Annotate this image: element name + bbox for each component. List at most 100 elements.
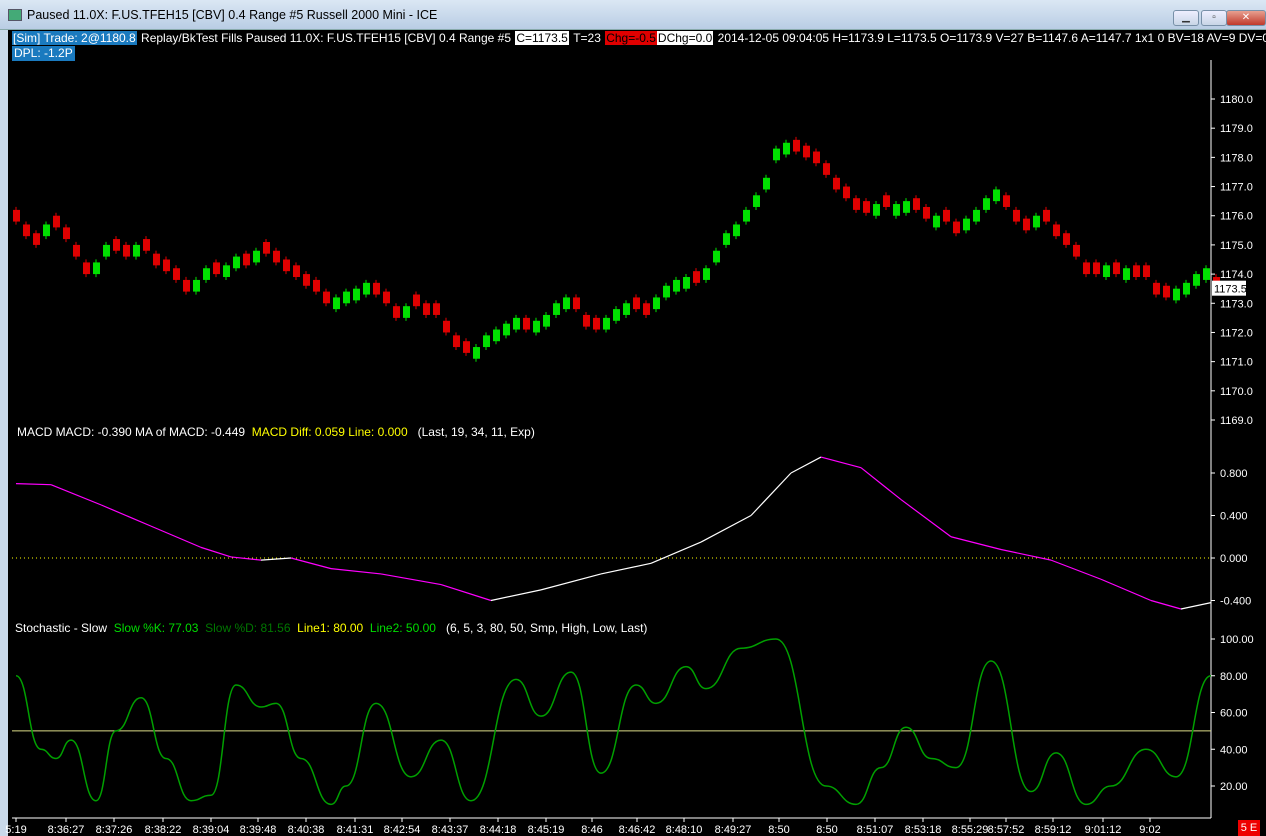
candle-up — [1193, 274, 1200, 286]
macd-line-segment — [290, 557, 332, 570]
candle-down — [1003, 195, 1010, 207]
candle-down — [163, 259, 170, 272]
candle-down — [793, 139, 800, 152]
candle-up — [683, 277, 690, 289]
macd-line-segment — [700, 514, 752, 543]
candle-down — [833, 177, 840, 190]
candle-up — [753, 195, 760, 207]
candle-down — [373, 282, 380, 295]
candle-up — [723, 233, 730, 245]
candle-down — [1113, 262, 1120, 275]
candle-up — [503, 323, 510, 336]
candle-up — [333, 297, 340, 310]
candle-down — [33, 233, 40, 245]
macd-line-segment — [600, 562, 652, 575]
candle-up — [473, 347, 480, 359]
change-value: Chg=-0.5 — [605, 31, 657, 45]
price-tick-label: 1175.0 — [1220, 240, 1253, 252]
dpl-label: DPL: -1.2P — [12, 46, 75, 61]
candle-up — [1183, 282, 1190, 295]
candle-down — [273, 250, 280, 263]
candle-up — [103, 244, 110, 257]
candle-up — [963, 218, 970, 231]
candle-down — [323, 291, 330, 304]
candle-down — [1163, 285, 1170, 298]
candle-down — [23, 224, 30, 237]
candle-up — [893, 204, 900, 216]
macd-values: MACD MACD: -0.390 MA of MACD: -0.449 — [17, 425, 246, 439]
stoch-line2: Line2: 50.00 — [369, 621, 436, 635]
candle-up — [873, 204, 880, 216]
candle-up — [43, 224, 50, 237]
macd-line-segment — [1150, 599, 1182, 610]
candle-up — [203, 268, 210, 280]
candle-down — [1143, 265, 1150, 278]
macd-line-segment — [950, 536, 1002, 551]
macd-line-segment — [330, 568, 382, 575]
candle-down — [583, 314, 590, 327]
price-tick-label: 1179.0 — [1220, 123, 1253, 135]
candle-down — [143, 239, 150, 251]
candle-up — [743, 209, 750, 222]
stoch-params: (6, 5, 3, 80, 50, Smp, High, Low, Last) — [445, 621, 648, 635]
candle-down — [633, 297, 640, 310]
chart-canvas[interactable]: 1180.0 1179.0 1178.0 1177.0 1176.0 1175.0 1174… — [0, 0, 1266, 836]
macd-line-segment — [820, 456, 862, 469]
macd-line-segment — [860, 467, 902, 501]
close-value: C=1173.5 — [515, 31, 569, 45]
candle-down — [13, 209, 20, 222]
time-tick-label: 8:49:27 — [715, 824, 752, 836]
candle-down — [953, 221, 960, 234]
candle-up — [353, 288, 360, 301]
candle-down — [123, 244, 130, 257]
candle-down — [213, 262, 220, 275]
macd-line-segment — [150, 525, 202, 548]
macd-diff: MACD Diff: 0.059 Line: 0.000 — [251, 425, 408, 439]
time-tick-label: 8:41:31 — [337, 824, 374, 836]
candle-down — [943, 209, 950, 222]
price-tick-label: 1170.0 — [1220, 386, 1253, 398]
candle-up — [983, 198, 990, 210]
time-tick-label: 8:46 — [581, 824, 602, 836]
candle-up — [623, 303, 630, 315]
candle-down — [693, 271, 700, 283]
candle-down — [643, 303, 650, 315]
macd-line-segment — [900, 499, 952, 538]
mode-label: Replay/BkTest Fills Paused 11.0X: F.US.T… — [141, 31, 511, 45]
candle-up — [223, 265, 230, 278]
candle-up — [1033, 215, 1040, 228]
candle-up — [673, 279, 680, 292]
time-tick-label: 8:50 — [768, 824, 789, 836]
macd-line-segment — [440, 583, 492, 602]
candle-up — [133, 244, 140, 257]
candle-down — [843, 186, 850, 199]
stoch-name: Stochastic - Slow — [15, 621, 108, 635]
candle-down — [923, 206, 930, 219]
candle-up — [233, 256, 240, 269]
price-tick-label: 1173.0 — [1220, 298, 1253, 310]
stoch-k-line — [15, 638, 1212, 806]
candle-down — [293, 265, 300, 278]
candle-up — [733, 224, 740, 237]
candle-down — [1073, 244, 1080, 257]
time-tick-label: 8:59:12 — [1035, 824, 1072, 836]
candle-up — [253, 250, 260, 263]
macd-line-segment — [1100, 578, 1152, 602]
candle-down — [883, 195, 890, 207]
time-tick-label: 8:42:54 — [384, 824, 421, 836]
candle-up — [933, 215, 940, 228]
candle-up — [403, 306, 410, 318]
candle-down — [593, 317, 600, 330]
macd-line-segment — [750, 472, 792, 516]
candle-down — [63, 227, 70, 240]
time-tick-label: 8:46:42 — [619, 824, 656, 836]
macd-line-segment — [230, 556, 262, 561]
macd-tick-label: 0.400 — [1220, 511, 1248, 523]
candle-up — [773, 148, 780, 161]
candle-down — [263, 241, 270, 254]
macd-line-segment — [1000, 548, 1052, 561]
candle-down — [453, 335, 460, 348]
candle-up — [563, 297, 570, 310]
macd-line-segment — [790, 456, 822, 474]
candle-down — [113, 239, 120, 251]
